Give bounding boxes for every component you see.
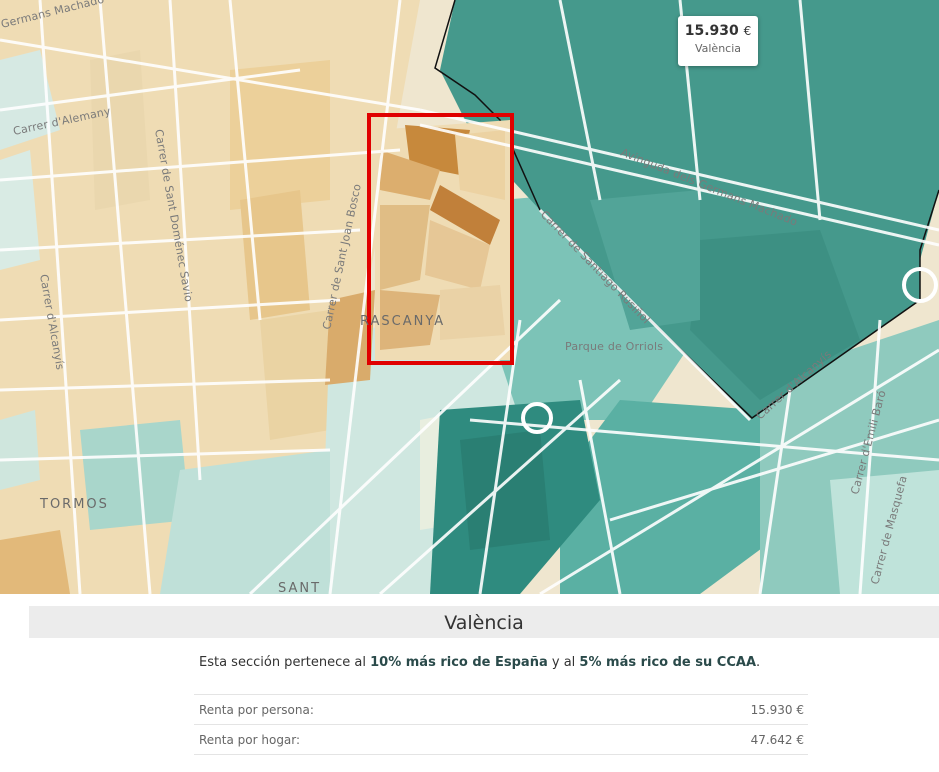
panel-description: Esta sección pertenece al 10% más rico d…: [199, 655, 761, 670]
stat-label: Renta por persona:: [199, 702, 314, 717]
tooltip-city: València: [694, 42, 742, 55]
stat-row: Renta por hogar: 47.642 €: [194, 724, 808, 755]
stats-table: Renta por persona: 15.930 € Renta por ho…: [194, 694, 808, 755]
desc-highlight-spain: 10% más rico de España: [370, 655, 548, 670]
stat-value: 47.642 €: [750, 732, 804, 747]
area-label-rascanya: RASCANYA: [360, 314, 445, 329]
stat-value: 15.930 €: [750, 702, 804, 717]
panel-title: València: [29, 606, 939, 638]
area-label-sant: SANT: [278, 581, 321, 594]
map-tooltip: 15.930 € València: [678, 16, 758, 66]
park-label: Parque de Orriols: [565, 340, 663, 353]
map-canvas[interactable]: Germans Machado Carrer d'Alemany Carrer …: [0, 0, 939, 594]
desc-highlight-ccaa: 5% más rico de su CCAA: [579, 655, 757, 670]
tooltip-currency: €: [743, 24, 752, 38]
map-view[interactable]: Germans Machado Carrer d'Alemany Carrer …: [0, 0, 939, 594]
tooltip-value: 15.930: [684, 23, 739, 39]
stat-row: Renta por persona: 15.930 €: [194, 694, 808, 724]
stat-label: Renta por hogar:: [199, 732, 301, 747]
area-label-tormos: TORMOS: [39, 497, 109, 512]
